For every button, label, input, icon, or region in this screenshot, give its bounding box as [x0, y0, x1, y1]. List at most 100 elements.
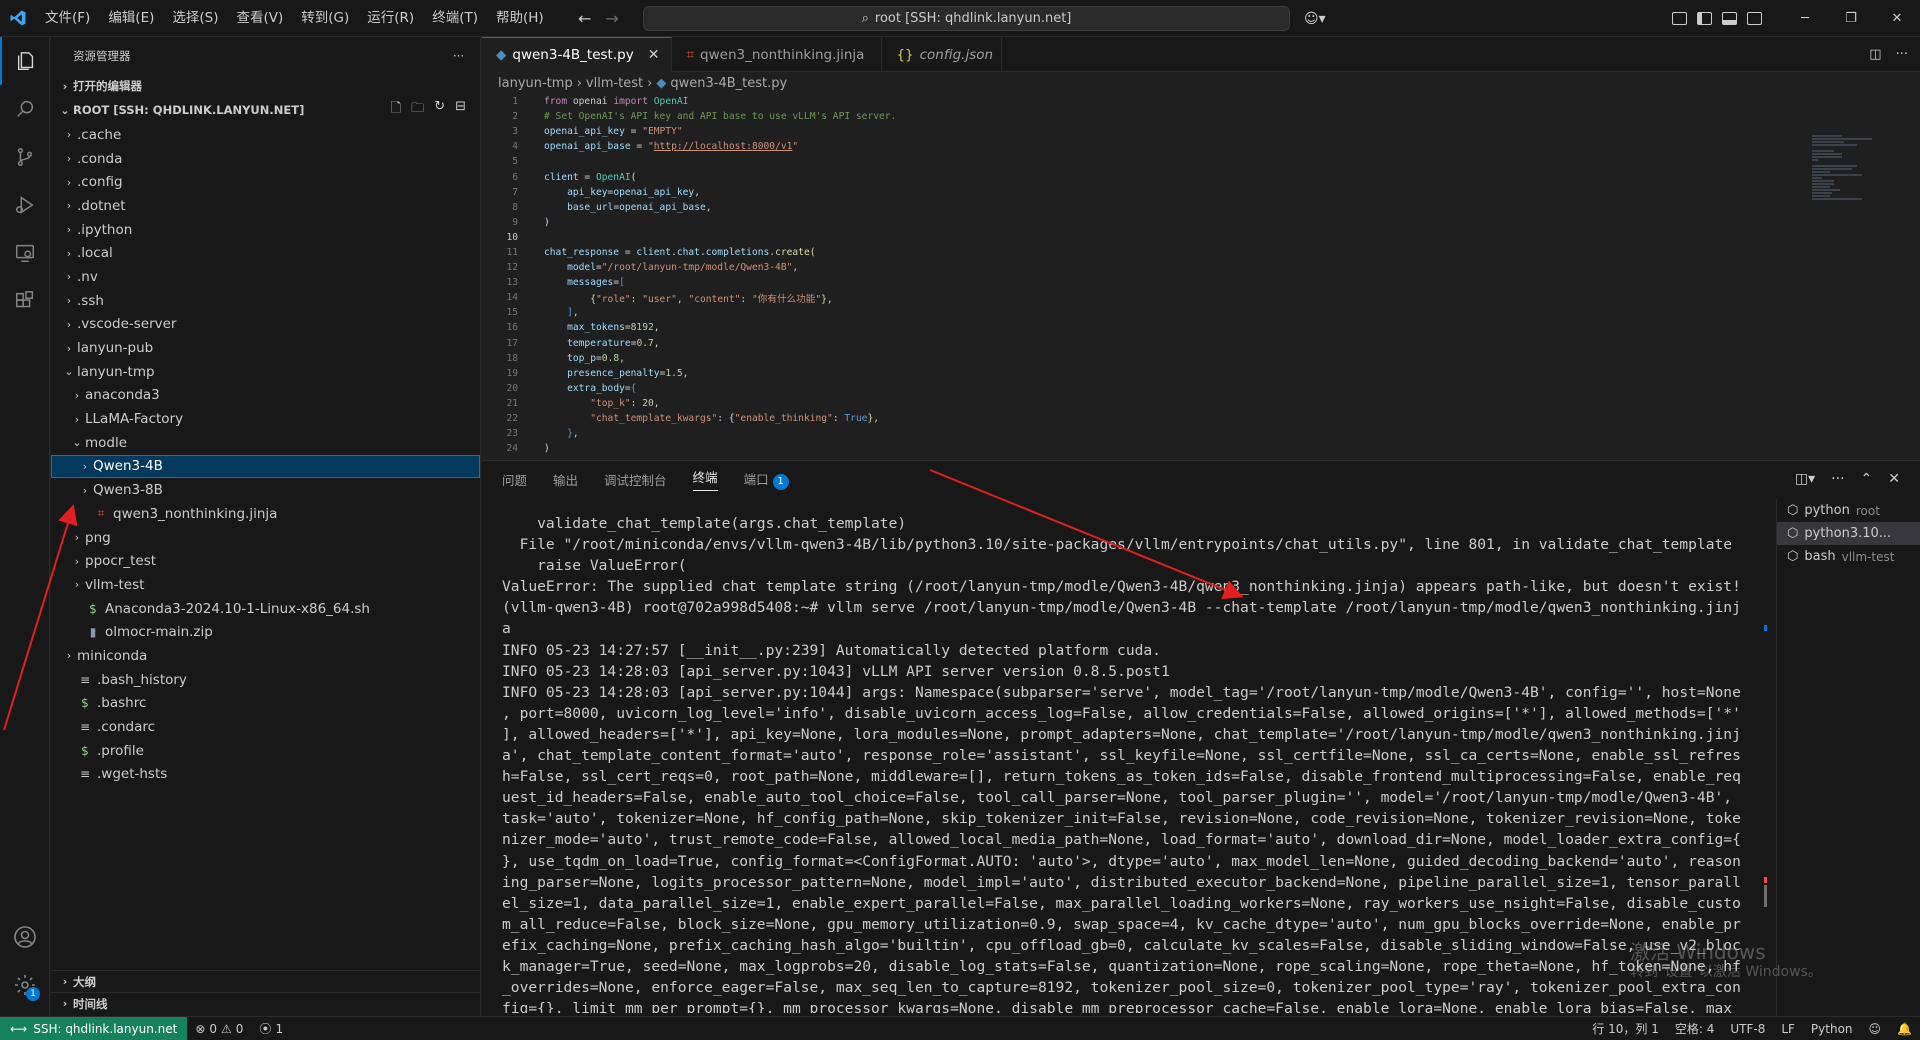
minimap[interactable]: [1800, 94, 1920, 460]
open-editors-section[interactable]: › 打开的编辑器: [51, 75, 480, 97]
minimize-icon[interactable]: ─: [1782, 0, 1828, 37]
tree-folder[interactable]: › .ssh: [51, 289, 480, 313]
remote-explorer-icon[interactable]: [0, 229, 50, 277]
terminal-item-python[interactable]: ⬡ python root: [1777, 499, 1920, 522]
source-control-icon[interactable]: [0, 133, 50, 181]
tab-ports-label: 端口: [743, 471, 769, 487]
tab-output[interactable]: 输出: [553, 470, 578, 489]
root-folder-section[interactable]: ⌄ ROOT [SSH: QHDLINK.LANYUN.NET] 🗋 🗀 ↻ ⊟: [51, 99, 480, 121]
tree-folder[interactable]: › png: [51, 526, 480, 550]
tree-file[interactable]: ≡ .bash_history: [51, 668, 480, 692]
tree-folder[interactable]: ⌄ lanyun-tmp: [51, 360, 480, 384]
more-actions-icon[interactable]: ···: [453, 49, 464, 63]
explorer-icon[interactable]: [0, 37, 50, 85]
tree-folder[interactable]: › LLaMA-Factory: [51, 407, 480, 431]
tab-qwen3-4b-test[interactable]: ◆ qwen3-4B_test.py ✕: [482, 37, 673, 72]
menu-selection[interactable]: 选择(S): [163, 0, 227, 37]
menu-help[interactable]: 帮助(H): [487, 0, 553, 37]
terminal-item-bash[interactable]: ⬡ bash vllm-test: [1777, 545, 1920, 568]
cursor-position[interactable]: 行 10，列 1: [1584, 1020, 1667, 1037]
language-mode[interactable]: Python: [1803, 1022, 1861, 1036]
tab-debug-console[interactable]: 调试控制台: [604, 470, 667, 489]
menu-run[interactable]: 运行(R): [358, 0, 423, 37]
copilot-icon[interactable]: ☺▾: [1304, 0, 1326, 37]
new-folder-icon[interactable]: 🗀: [411, 99, 424, 121]
tree-folder[interactable]: › Qwen3-4B: [51, 454, 480, 479]
close-window-icon[interactable]: ✕: [1874, 0, 1920, 37]
tab-config-json[interactable]: {} config.json: [882, 37, 1003, 72]
extensions-icon[interactable]: [0, 277, 50, 325]
toggle-sidebar-icon[interactable]: [1697, 12, 1712, 25]
ports-status[interactable]: ⦿ 1: [251, 1020, 291, 1037]
copilot-status-icon[interactable]: ☺: [1861, 1022, 1890, 1036]
tree-folder[interactable]: › .cache: [51, 123, 480, 147]
tree-folder[interactable]: › .ipython: [51, 218, 480, 242]
tab-ports[interactable]: 端口 1: [744, 469, 789, 490]
tree-folder[interactable]: › .config: [51, 170, 480, 194]
tree-file[interactable]: ⌗ qwen3_nonthinking.jinja: [51, 502, 480, 526]
encoding[interactable]: UTF-8: [1722, 1022, 1773, 1036]
breadcrumb-item[interactable]: lanyun-tmp: [498, 76, 573, 91]
forward-arrow-icon[interactable]: →: [605, 9, 618, 28]
customize-layout-icon[interactable]: [1672, 12, 1687, 25]
tab-terminal[interactable]: 终端: [692, 467, 718, 491]
menu-go[interactable]: 转到(G): [292, 0, 358, 37]
menu-terminal[interactable]: 终端(T): [423, 0, 487, 37]
split-terminal-icon[interactable]: ◫▾: [1795, 471, 1815, 487]
end-of-line[interactable]: LF: [1773, 1022, 1803, 1036]
tree-folder[interactable]: › .vscode-server: [51, 313, 480, 337]
more-actions-icon[interactable]: ···: [1896, 47, 1908, 62]
tree-folder[interactable]: › .local: [51, 241, 480, 265]
new-file-icon[interactable]: 🗋: [391, 99, 401, 121]
outline-section[interactable]: › 大纲: [51, 970, 481, 992]
timeline-section[interactable]: › 时间线: [51, 992, 481, 1014]
tree-file[interactable]: $ .bashrc: [51, 692, 480, 716]
toggle-panel-icon[interactable]: [1722, 12, 1737, 25]
terminal-scrollbar[interactable]: [1761, 513, 1771, 1013]
tree-file[interactable]: ≡ .wget-hsts: [51, 763, 480, 787]
run-debug-icon[interactable]: [0, 181, 50, 229]
terminal-item-python310[interactable]: ⬡ python3.10...: [1777, 522, 1920, 545]
tree-file[interactable]: $ Anaconda3-2024.10-1-Linux-x86_64.sh: [51, 597, 480, 621]
tree-file[interactable]: ≡ .condarc: [51, 715, 480, 739]
notifications-icon[interactable]: 🔔: [1889, 1022, 1920, 1036]
refresh-icon[interactable]: ↻: [434, 99, 445, 121]
tree-folder[interactable]: › .conda: [51, 147, 480, 171]
accounts-icon[interactable]: [0, 913, 50, 961]
breadcrumb-item[interactable]: vllm-test: [586, 76, 643, 91]
tree-folder[interactable]: › .dotnet: [51, 194, 480, 218]
terminal-output[interactable]: validate_chat_template(args.chat_templat…: [502, 513, 1758, 1013]
indentation[interactable]: 空格: 4: [1667, 1020, 1723, 1037]
command-center[interactable]: ⌕ root [SSH: qhdlink.lanyun.net]: [643, 6, 1290, 31]
more-actions-icon[interactable]: ···: [1831, 471, 1844, 487]
tree-folder[interactable]: › Qwen3-8B: [51, 478, 480, 502]
menu-file[interactable]: 文件(F): [36, 0, 99, 37]
tab-qwen3-nonthinking[interactable]: ⌗ qwen3_nonthinking.jinja: [672, 37, 883, 72]
tree-folder[interactable]: › ppocr_test: [51, 549, 480, 573]
tree-folder[interactable]: › lanyun-pub: [51, 336, 480, 360]
tree-folder[interactable]: › .nv: [51, 265, 480, 289]
search-icon[interactable]: [0, 85, 50, 133]
split-editor-icon[interactable]: ◫: [1869, 47, 1881, 62]
code-editor[interactable]: 1 from openai import OpenAI 2 # Set OpenAI…: [482, 94, 1782, 460]
menu-view[interactable]: 查看(V): [228, 0, 293, 37]
tree-folder[interactable]: › vllm-test: [51, 573, 480, 597]
breadcrumb-item[interactable]: qwen3-4B_test.py: [670, 76, 787, 91]
restore-icon[interactable]: ❐: [1828, 0, 1874, 37]
collapse-all-icon[interactable]: ⊟: [455, 99, 466, 121]
remote-indicator[interactable]: ⟷ SSH: qhdlink.lanyun.net: [0, 1016, 188, 1040]
tree-folder[interactable]: › anaconda3: [51, 384, 480, 408]
settings-gear-icon[interactable]: 1: [0, 961, 50, 1009]
maximize-panel-icon[interactable]: ⌃: [1861, 471, 1873, 487]
tab-problems[interactable]: 问题: [502, 470, 527, 489]
tree-folder[interactable]: ⌄ modle: [51, 431, 480, 455]
close-icon[interactable]: ✕: [648, 47, 660, 63]
tree-file[interactable]: ▮ olmocr-main.zip: [51, 620, 480, 644]
close-panel-icon[interactable]: ✕: [1888, 471, 1900, 487]
back-arrow-icon[interactable]: ←: [578, 9, 591, 28]
problems-status[interactable]: ⊗ 0 ⚠ 0: [187, 1022, 251, 1036]
toggle-secondary-sidebar-icon[interactable]: [1747, 12, 1762, 25]
menu-edit[interactable]: 编辑(E): [99, 0, 163, 37]
tree-folder[interactable]: › miniconda: [51, 644, 480, 668]
tree-file[interactable]: $ .profile: [51, 739, 480, 763]
